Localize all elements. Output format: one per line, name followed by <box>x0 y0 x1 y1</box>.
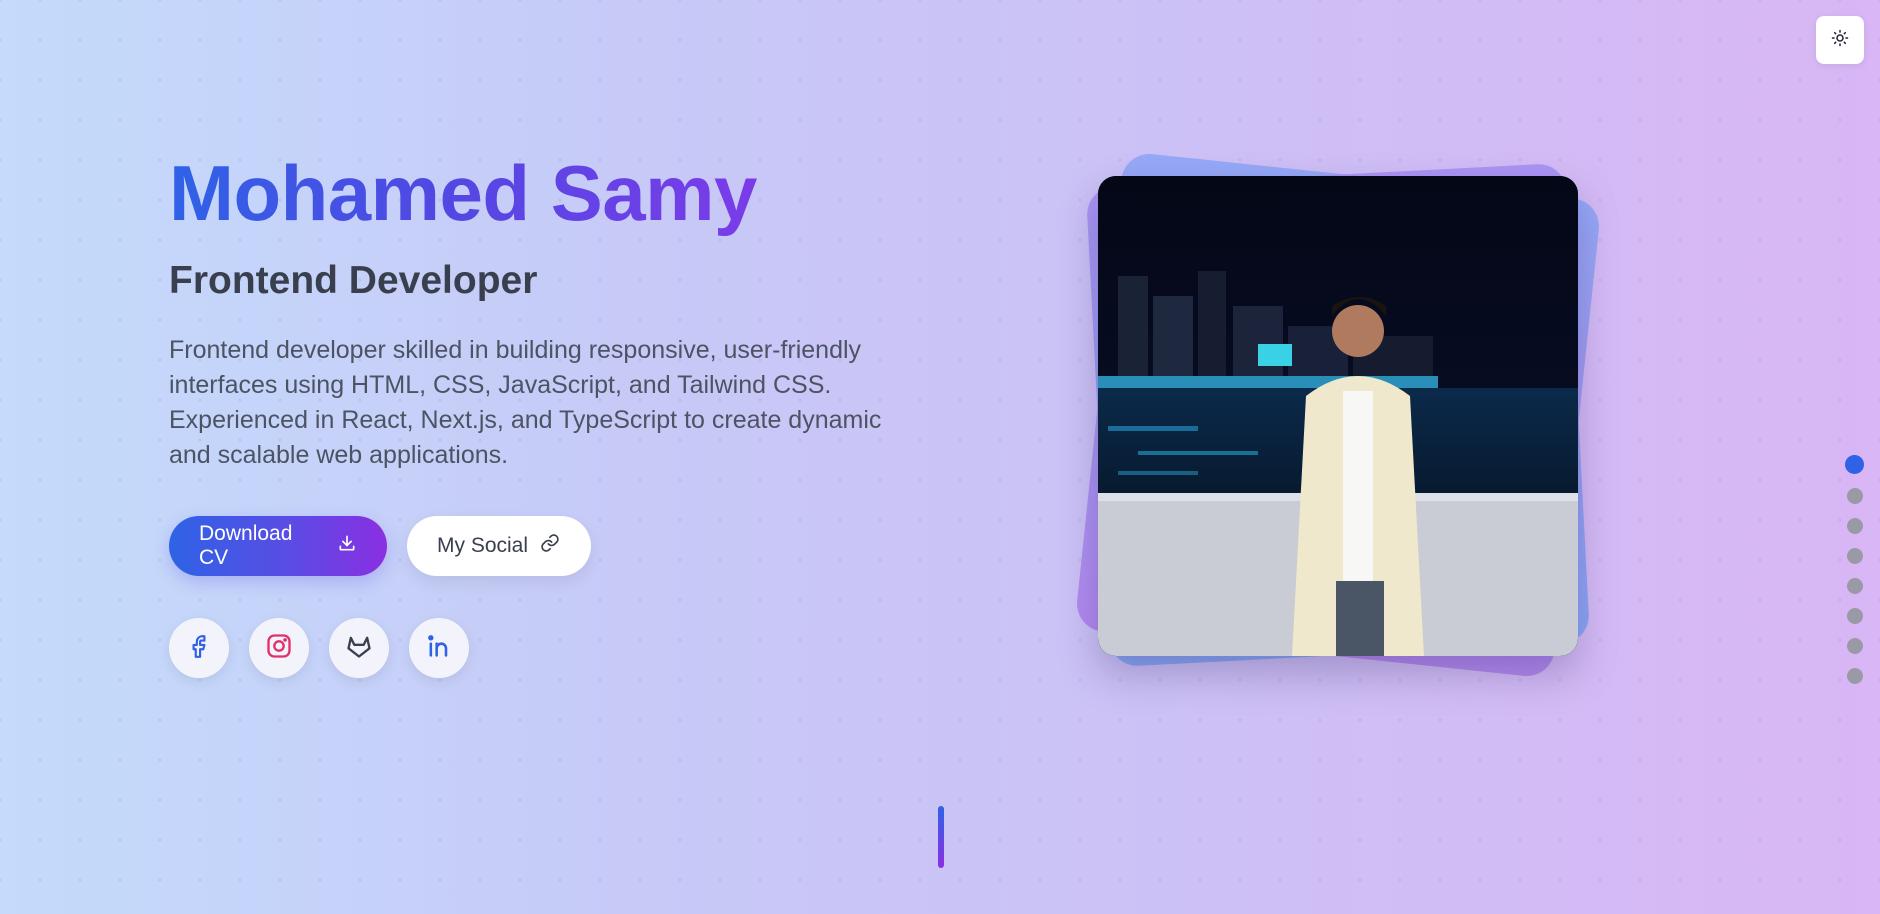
hero-role: Frontend Developer <box>169 259 538 303</box>
section-dot-2[interactable] <box>1846 488 1863 504</box>
hero-name: Mohamed Samy <box>169 149 757 243</box>
link-icon <box>540 533 560 559</box>
hero-bio: Frontend developer skilled in building r… <box>169 336 882 470</box>
section-dot-1[interactable] <box>1845 455 1864 474</box>
linkedin-link[interactable] <box>409 618 469 679</box>
section-dot-8[interactable] <box>1846 668 1863 684</box>
section-nav-dots <box>1845 455 1864 684</box>
instagram-icon <box>265 632 293 665</box>
section-dot-3[interactable] <box>1846 518 1863 534</box>
facebook-icon <box>186 633 212 664</box>
theme-toggle-button[interactable] <box>1816 16 1864 64</box>
download-icon <box>337 533 357 559</box>
gitlab-icon <box>345 632 373 665</box>
section-dot-6[interactable] <box>1846 608 1863 624</box>
section-dot-5[interactable] <box>1846 578 1863 594</box>
my-social-button[interactable]: My Social <box>407 516 591 577</box>
gitlab-link[interactable] <box>329 618 389 679</box>
section-dot-4[interactable] <box>1846 548 1863 564</box>
linkedin-icon <box>425 632 453 665</box>
section-dot-7[interactable] <box>1846 638 1863 654</box>
hero-intro: Mohamed Samy Frontend Developer Frontend… <box>169 149 929 679</box>
download-cv-label: Download CV <box>199 522 293 570</box>
instagram-link[interactable] <box>249 618 309 679</box>
download-cv-button[interactable]: Download CV <box>169 516 387 577</box>
hero-actions: Download CV My Social <box>169 516 929 577</box>
social-links <box>169 618 929 679</box>
my-social-label: My Social <box>437 534 529 558</box>
sun-icon <box>1831 29 1849 52</box>
scroll-indicator <box>938 806 944 868</box>
facebook-link[interactable] <box>169 618 229 679</box>
profile-photo <box>1098 176 1578 656</box>
profile-photo-frame <box>1074 151 1602 679</box>
